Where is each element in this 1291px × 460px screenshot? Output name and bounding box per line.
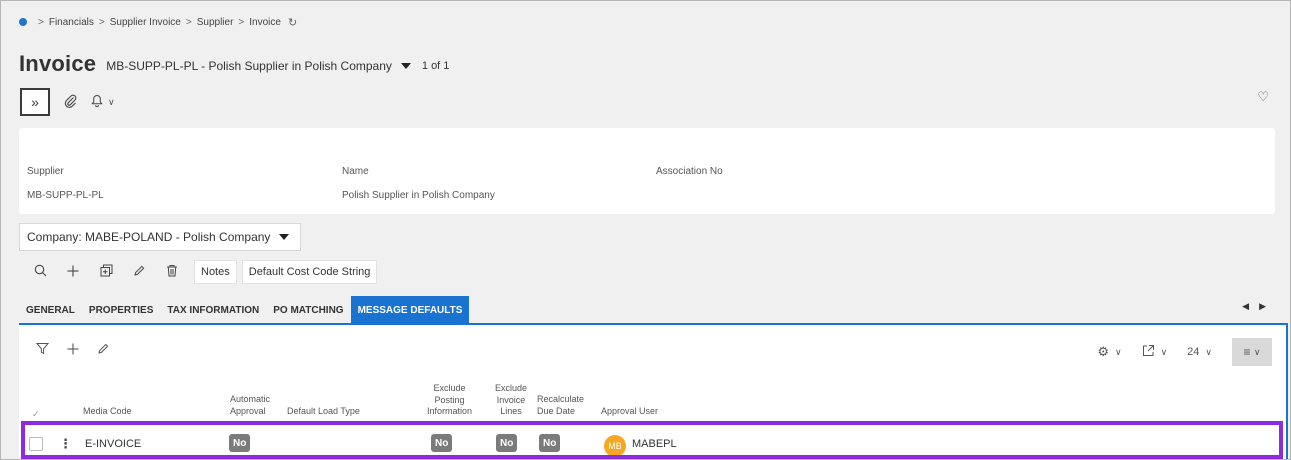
chevron-down-icon[interactable]: ∨: [1205, 347, 1212, 358]
plus-icon[interactable]: [67, 342, 79, 358]
tab-properties[interactable]: PROPERTIES: [81, 296, 161, 324]
breadcrumb-supplier-invoice[interactable]: Supplier Invoice: [110, 17, 181, 28]
field-label: Association No: [656, 166, 723, 177]
refresh-icon[interactable]: ↻: [288, 16, 297, 29]
chevron-down-icon: ∨: [1253, 346, 1261, 357]
kebab-menu-icon[interactable]: ⋮: [59, 436, 72, 452]
bell-icon[interactable]: [91, 94, 103, 110]
pencil-icon[interactable]: [128, 265, 150, 280]
header-line: Media Code: [83, 406, 132, 416]
chevron-right-icon: >: [238, 16, 245, 28]
plus-icon[interactable]: [62, 265, 84, 280]
breadcrumb-financials[interactable]: Financials: [49, 17, 94, 28]
cell-media-code: E-INVOICE: [85, 438, 142, 450]
pencil-icon[interactable]: [97, 342, 109, 358]
export-icon[interactable]: [1142, 344, 1155, 360]
page-title: Invoice: [19, 51, 97, 76]
header-line: Default Load Type: [287, 406, 360, 416]
header-line: Approval User: [601, 406, 659, 416]
header-line: Posting: [434, 394, 465, 405]
header-card: Supplier MB-SUPP-PL-PL Name Polish Suppl…: [19, 128, 1275, 214]
tab-po-matching[interactable]: PO MATCHING: [266, 296, 351, 324]
cell-exclude-invoice-lines: No: [496, 434, 518, 452]
tab-message-defaults[interactable]: MESSAGE DEFAULTS: [350, 296, 470, 324]
record-count: 1 of 1: [421, 60, 450, 72]
breadcrumb: > Financials > Supplier Invoice > Suppli…: [19, 15, 297, 29]
header-line: Invoice: [496, 394, 526, 405]
header-line: Lines: [500, 406, 522, 416]
table-toolbar: [35, 342, 127, 358]
double-chevron-right-icon[interactable]: »: [20, 88, 50, 116]
field-label: Supplier: [27, 166, 64, 177]
list-view-icon[interactable]: ≡ ∨: [1232, 338, 1272, 366]
home-dot-icon[interactable]: [19, 18, 27, 26]
caret-down-icon[interactable]: [400, 62, 411, 69]
check-all-icon[interactable]: ✓: [32, 409, 40, 421]
breadcrumb-invoice: Invoice: [249, 16, 281, 28]
cell-recalculate-due-date: No: [539, 434, 561, 452]
gear-icon[interactable]: ⚙: [1097, 344, 1109, 360]
column-header-exclude-posting-information[interactable]: Exclude Posting Information: [427, 383, 472, 418]
avatar: MB: [604, 435, 626, 457]
message-defaults-panel: ⚙ ∨ ∨ 24 ∨ ≡ ∨ ✓ Media Code Automatic Ap…: [19, 323, 1288, 459]
duplicate-icon[interactable]: [95, 264, 117, 280]
chevron-down-icon[interactable]: ∨: [1115, 347, 1122, 358]
header-line: Exclude: [433, 383, 466, 393]
company-label: Company: MABE-POLAND - Polish Company: [27, 230, 271, 244]
title-row: Invoice MB-SUPP-PL-PL - Polish Supplier …: [19, 49, 449, 79]
cell-automatic-approval: No: [229, 434, 251, 452]
supplier-field: Supplier MB-SUPP-PL-PL: [27, 166, 104, 201]
page-size[interactable]: 24: [1187, 346, 1199, 358]
company-selector[interactable]: Company: MABE-POLAND - Polish Company: [19, 223, 301, 251]
name-field: Name Polish Supplier in Polish Company: [342, 166, 495, 201]
record-selector[interactable]: MB-SUPP-PL-PL - Polish Supplier in Polis…: [106, 59, 392, 73]
header-line: Information: [427, 406, 473, 416]
table-view-controls: ⚙ ∨ ∨ 24 ∨ ≡ ∨: [1097, 338, 1272, 366]
app-window: > Financials > Supplier Invoice > Suppli…: [0, 0, 1291, 460]
header-line: Automatic: [230, 394, 271, 404]
trash-icon[interactable]: [161, 264, 183, 280]
filter-icon[interactable]: [35, 342, 50, 358]
notes-button[interactable]: Notes: [194, 260, 237, 284]
heart-icon[interactable]: ♡: [1257, 89, 1269, 105]
row-checkbox[interactable]: [29, 437, 43, 451]
tab-bar: GENERAL PROPERTIES TAX INFORMATION PO MA…: [19, 294, 470, 324]
column-header-automatic-approval[interactable]: Automatic Approval: [230, 394, 270, 417]
tab-general[interactable]: GENERAL: [19, 296, 82, 324]
association-field: Association No: [656, 166, 723, 190]
caret-left-icon[interactable]: ◀: [1242, 301, 1259, 311]
record-toolbar: Notes Default Cost Code String: [29, 260, 382, 284]
field-value: MB-SUPP-PL-PL: [27, 190, 104, 201]
field-label: Name: [342, 166, 369, 177]
default-cost-code-string-button[interactable]: Default Cost Code String: [241, 260, 378, 284]
column-header-recalculate-due-date[interactable]: Recalculate Due Date: [537, 394, 584, 417]
column-header-exclude-invoice-lines[interactable]: Exclude Invoice Lines: [495, 383, 527, 418]
chevron-right-icon: >: [98, 16, 105, 28]
caret-down-icon: [279, 234, 290, 240]
cell-exclude-posting-information: No: [431, 434, 453, 452]
tab-scroll-arrows[interactable]: ◀▶: [1242, 301, 1276, 312]
caret-right-icon[interactable]: ▶: [1259, 301, 1276, 311]
chevron-down-icon[interactable]: ∨: [1161, 347, 1168, 358]
chevron-right-icon: >: [38, 16, 44, 28]
header-line: Exclude: [495, 383, 528, 393]
chevron-right-icon: >: [185, 16, 192, 28]
search-icon[interactable]: [29, 264, 51, 280]
column-header-default-load-type[interactable]: Default Load Type: [287, 406, 360, 418]
command-bar: » ∨: [20, 88, 115, 116]
field-value: Polish Supplier in Polish Company: [342, 190, 495, 201]
column-header-media-code[interactable]: Media Code: [83, 406, 132, 418]
chevron-down-icon[interactable]: ∨: [108, 97, 115, 108]
header-line: Approval: [230, 405, 266, 416]
header-line: Due Date: [537, 405, 576, 416]
cell-approval-user: MABEPL: [632, 438, 677, 450]
tab-tax-information[interactable]: TAX INFORMATION: [160, 296, 267, 324]
header-line: Recalculate: [537, 394, 585, 404]
paperclip-icon[interactable]: [64, 94, 77, 111]
column-header-approval-user[interactable]: Approval User: [601, 406, 658, 418]
breadcrumb-supplier[interactable]: Supplier: [197, 17, 234, 28]
